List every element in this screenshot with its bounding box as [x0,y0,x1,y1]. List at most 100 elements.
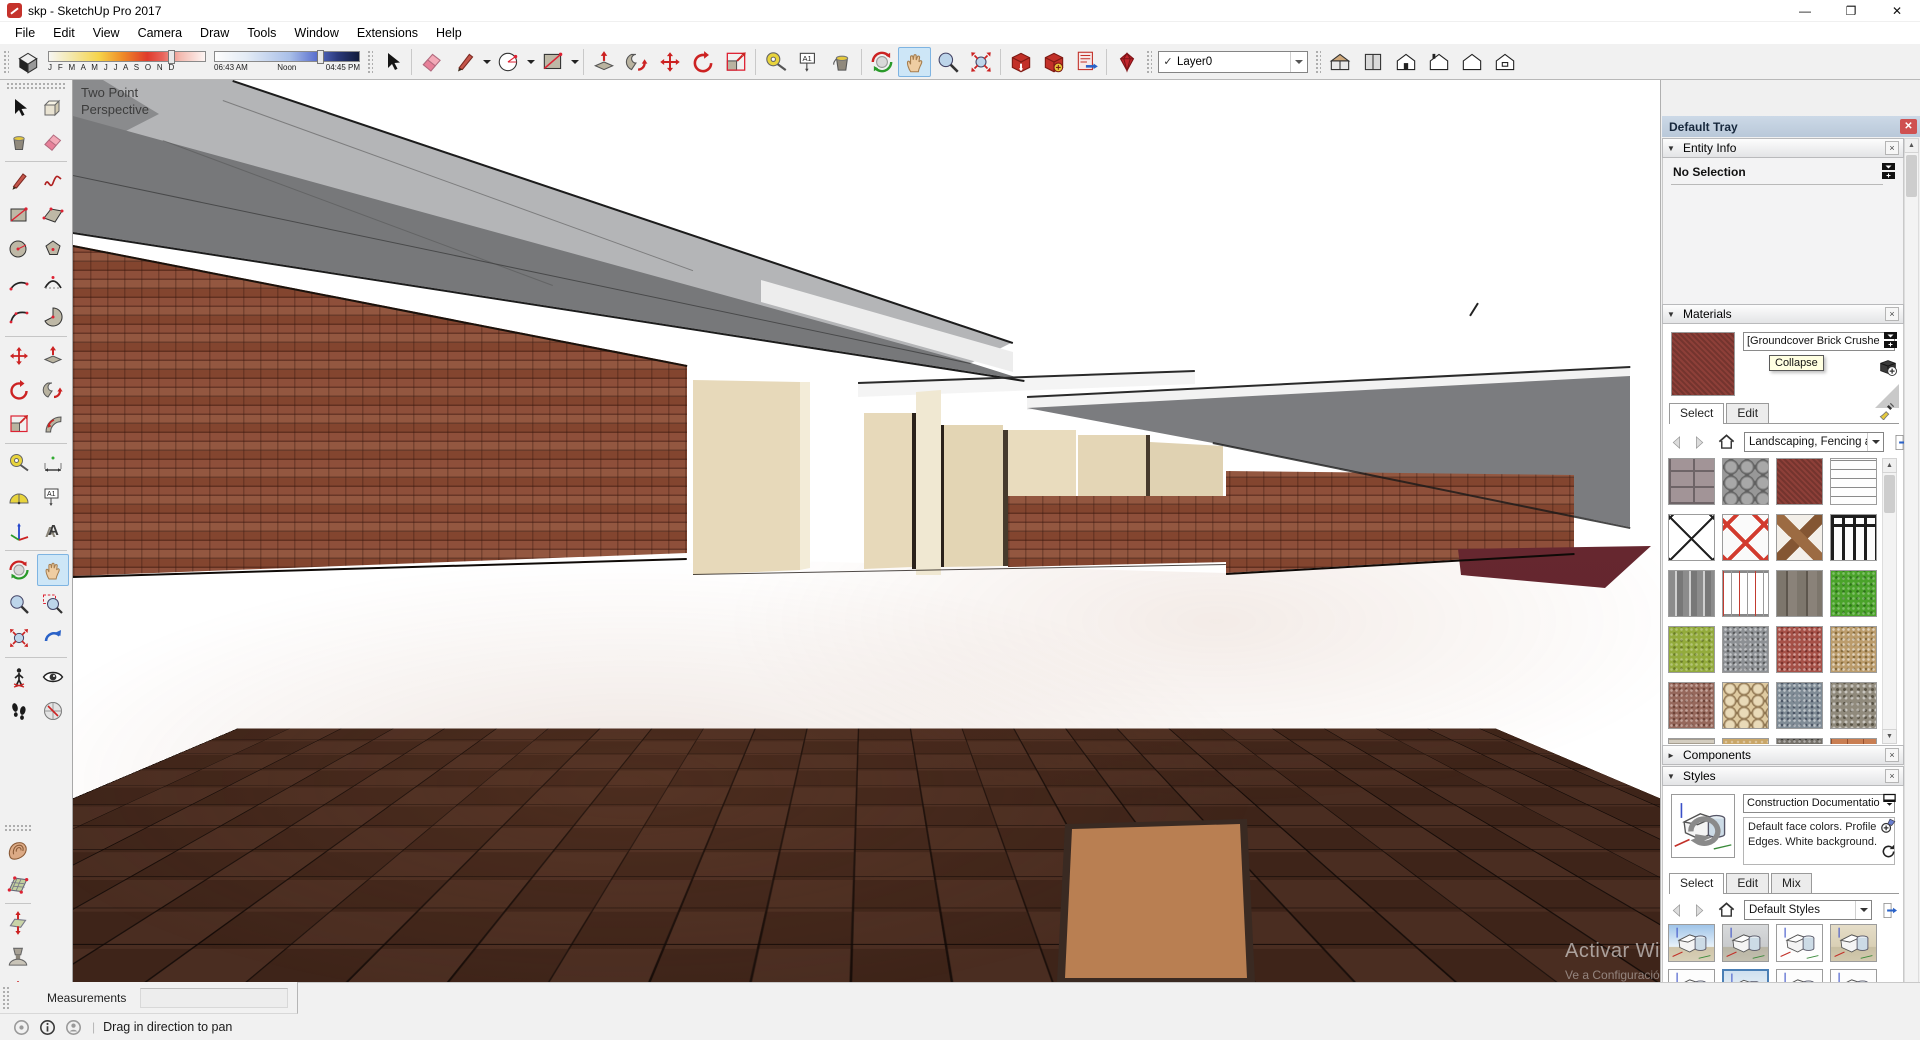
style-thumbnail[interactable] [1722,924,1769,962]
orbit-tool-icon[interactable] [865,47,898,77]
tool-pie[interactable] [37,301,69,333]
tool-text[interactable]: A1 [37,481,69,513]
tool-2point-arc[interactable] [37,267,69,299]
styles-tab-mix[interactable]: Mix [1771,873,1812,893]
arc-tool-dropdown[interactable] [525,47,536,77]
palette-grip[interactable] [6,82,66,89]
tool-orbit[interactable] [3,554,35,586]
components-header[interactable]: ► Components × [1662,745,1904,765]
forward-arrow-icon[interactable] [1690,902,1707,919]
sample-paint-eyedropper-icon[interactable] [1877,400,1897,420]
tray-scroll-thumb[interactable] [1906,155,1917,197]
scroll-up-icon[interactable]: ▲ [1904,138,1919,153]
tool-followme[interactable] [37,374,69,406]
scale-tool-icon[interactable] [719,47,752,77]
maximize-button[interactable]: ❐ [1828,0,1874,22]
styles-collection-dropdown[interactable]: Default Styles [1744,900,1872,920]
tool-rotate[interactable] [3,374,35,406]
zoom-tool-icon[interactable] [931,47,964,77]
back-arrow-icon[interactable] [1669,434,1686,451]
view-front-icon[interactable] [1389,47,1422,77]
view-iso-icon[interactable] [1323,47,1356,77]
menu-tools[interactable]: Tools [238,23,285,43]
styles-header[interactable]: ▼ Styles × [1662,766,1904,786]
material-swatch[interactable] [1830,570,1877,617]
styles-close-icon[interactable]: × [1885,769,1899,783]
extension-warehouse-icon[interactable] [1110,47,1143,77]
material-swatch[interactable] [1830,514,1877,561]
view-top-icon[interactable] [1356,47,1389,77]
forward-arrow-icon[interactable] [1690,434,1707,451]
home-icon[interactable] [1717,433,1736,452]
material-swatch[interactable] [1830,682,1877,729]
menu-file[interactable]: File [6,23,44,43]
style-thumbnail[interactable] [1830,924,1877,962]
update-style-refresh-icon[interactable] [1879,842,1898,861]
style-name-input[interactable]: Construction Documentatio [1743,794,1895,813]
toolbar-grip[interactable] [1314,49,1321,75]
claim-info-icon[interactable] [34,1019,60,1036]
tray-scrollbar[interactable] [1904,138,1919,1010]
warehouse-get-models-icon[interactable] [1004,47,1037,77]
material-swatch[interactable] [1668,682,1715,729]
shadow-date-slider[interactable]: J F M A M J J A S O N D [48,51,206,72]
tool-section-plane[interactable] [37,695,69,727]
tool-zoom-window[interactable] [37,588,69,620]
date-slider-handle[interactable] [168,50,175,64]
style-thumbnail[interactable] [1776,924,1823,962]
pushpull-tool-icon[interactable] [587,47,620,77]
tool-circle[interactable] [3,233,35,265]
material-swatch[interactable] [1776,514,1823,561]
tool-move[interactable] [3,340,35,372]
material-swatch[interactable] [1722,738,1769,744]
material-swatch[interactable] [1722,682,1769,729]
menu-camera[interactable]: Camera [129,23,191,43]
text-tool-icon[interactable]: A1 [792,47,825,77]
materials-collection-dropdown[interactable]: Landscaping, Fencing a [1744,432,1884,452]
materials-tab-select[interactable]: Select [1669,403,1724,424]
expand-triangle-icon[interactable]: ► [1667,751,1683,760]
toolbar-grip[interactable] [2,49,9,75]
material-swatch[interactable] [1668,738,1715,744]
tool-dimensions[interactable] [37,447,69,479]
warehouse-share-component-icon[interactable] [1070,47,1103,77]
model-viewport[interactable]: Two Point Perspective Activar Windows Ve… [72,80,1660,982]
view-right-icon[interactable] [1422,47,1455,77]
shadow-settings-icon[interactable] [11,47,44,77]
menu-window[interactable]: Window [285,23,347,43]
tool-pushpull[interactable] [37,340,69,372]
collapse-triangle-icon[interactable]: ▼ [1667,772,1683,781]
entity-details-toggle-icon[interactable] [1882,163,1895,179]
toolbar-grip[interactable] [366,49,373,75]
material-swatch[interactable] [1830,738,1877,744]
menu-draw[interactable]: Draw [191,23,238,43]
geolocation-icon[interactable] [8,1019,34,1036]
time-slider-handle[interactable] [317,50,324,64]
material-swatch[interactable] [1776,626,1823,673]
view-back-icon[interactable] [1455,47,1488,77]
material-swatch[interactable] [1722,570,1769,617]
back-arrow-icon[interactable] [1669,902,1686,919]
home-icon[interactable] [1717,901,1736,920]
entity-info-close-icon[interactable]: × [1885,141,1899,155]
time-slider-track[interactable] [214,51,360,62]
rectangle-tool-icon[interactable] [536,47,569,77]
dropdown-arrow-icon[interactable] [1867,433,1883,451]
materials-details-toggle-icon[interactable] [1884,332,1897,348]
menu-view[interactable]: View [84,23,129,43]
pan-tool-icon[interactable] [898,47,931,77]
minimize-button[interactable]: — [1782,0,1828,22]
tool-eraser[interactable] [37,126,69,158]
date-slider-track[interactable] [48,51,206,62]
materials-scroll-thumb[interactable] [1884,475,1895,513]
user-account-icon[interactable] [60,1019,86,1036]
scroll-down-icon[interactable]: ▼ [1882,729,1897,744]
styles-tab-edit[interactable]: Edit [1726,873,1769,893]
components-close-icon[interactable]: × [1885,748,1899,762]
layer-dropdown-button[interactable] [1290,52,1307,72]
collapse-triangle-icon[interactable]: ▼ [1667,144,1683,153]
paint-bucket-tool-icon[interactable] [825,47,858,77]
scroll-up-icon[interactable]: ▲ [1882,458,1897,473]
tool-line[interactable] [3,165,35,197]
line-tool-dropdown[interactable] [481,47,492,77]
